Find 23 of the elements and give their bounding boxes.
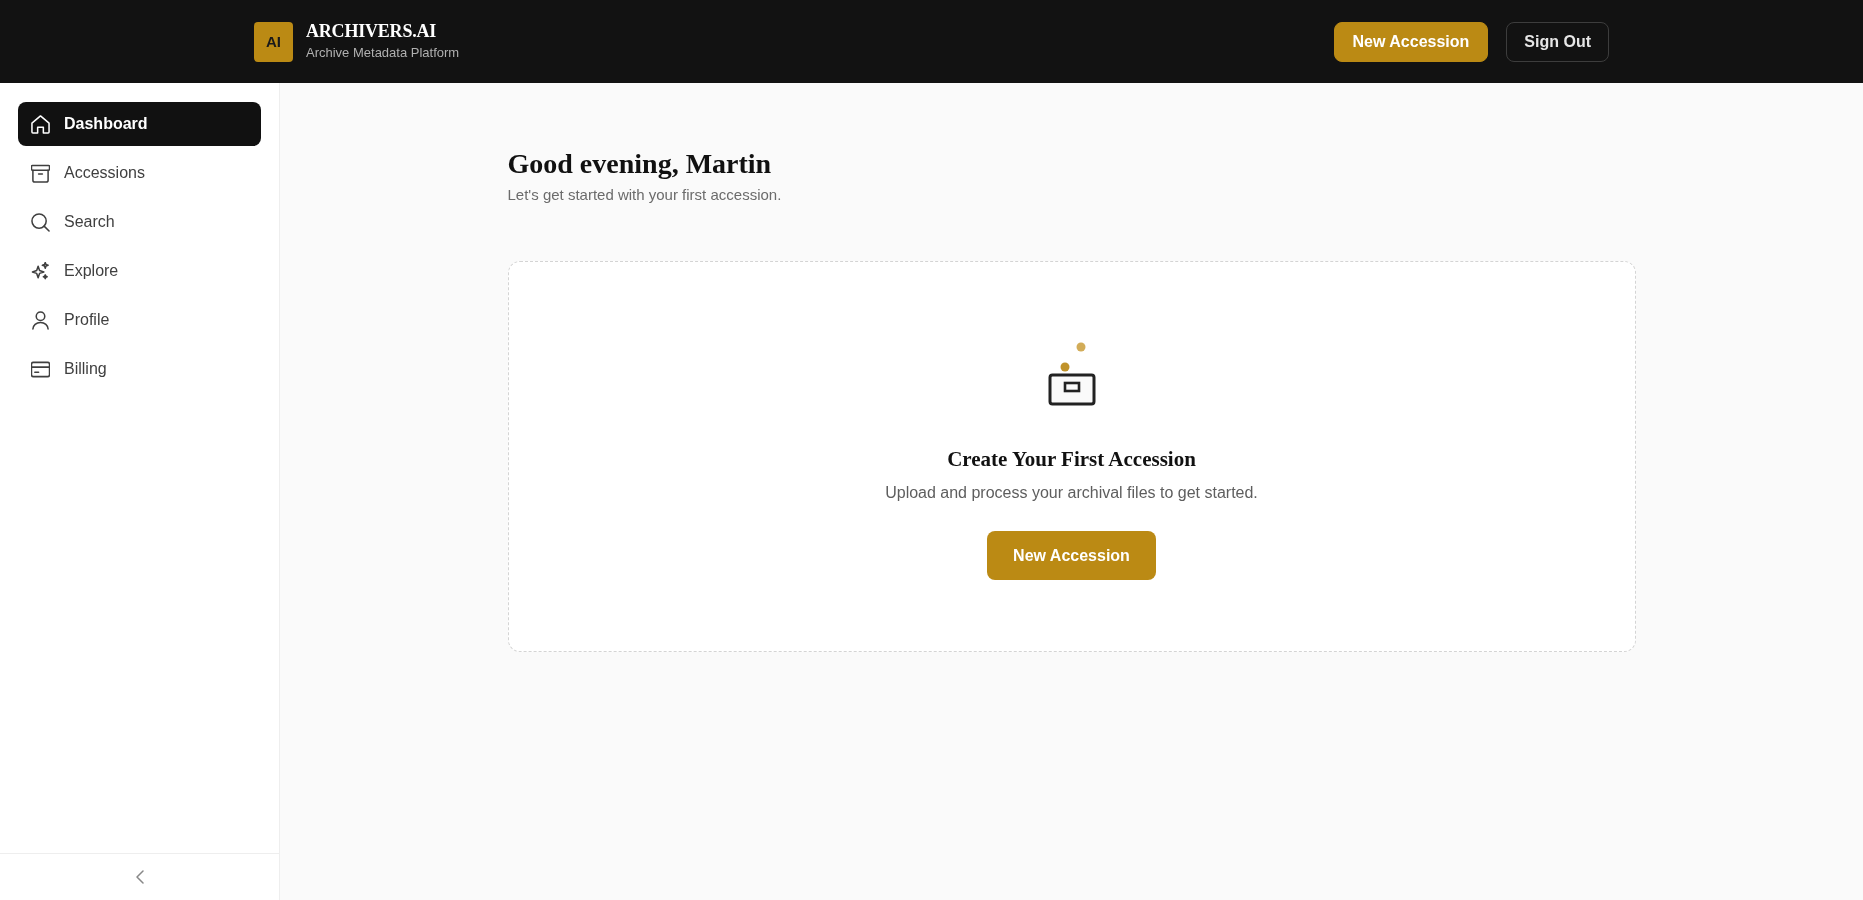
greeting-heading: Good evening, Martin [507, 148, 773, 181]
sidebar-item[interactable]: Accessions [18, 151, 261, 195]
sidebar-item[interactable]: Search [18, 200, 261, 244]
sign-out-button[interactable]: Sign Out [1506, 21, 1609, 62]
sidebar-item[interactable]: Profile [18, 298, 261, 342]
collapse-sidebar-button[interactable] [135, 870, 144, 884]
credit-card-icon [31, 359, 50, 379]
sidebar-item[interactable]: Billing [18, 347, 261, 391]
sparkles-icon [31, 261, 50, 281]
archive-box-icon [31, 163, 50, 183]
logo-badge: AI [254, 21, 293, 62]
empty-state-description: Upload and process your archival files to get started. [885, 484, 1258, 503]
chevron-left-icon [135, 870, 144, 884]
app-subtitle: Archive Metadata Platform [306, 45, 460, 61]
empty-state-title: Create Your First Accession [947, 447, 1196, 473]
box-with-dots-icon [1046, 341, 1097, 408]
search-icon [31, 212, 50, 232]
user-icon [31, 310, 50, 330]
sidebar-item[interactable]: Explore [18, 249, 261, 293]
greeting-subtitle: Let's get started with your first accession. [507, 186, 783, 204]
sidebar-item[interactable]: Dashboard [18, 102, 261, 146]
home-icon [31, 114, 50, 134]
app-title: ARCHIVERS.AI [306, 22, 438, 43]
